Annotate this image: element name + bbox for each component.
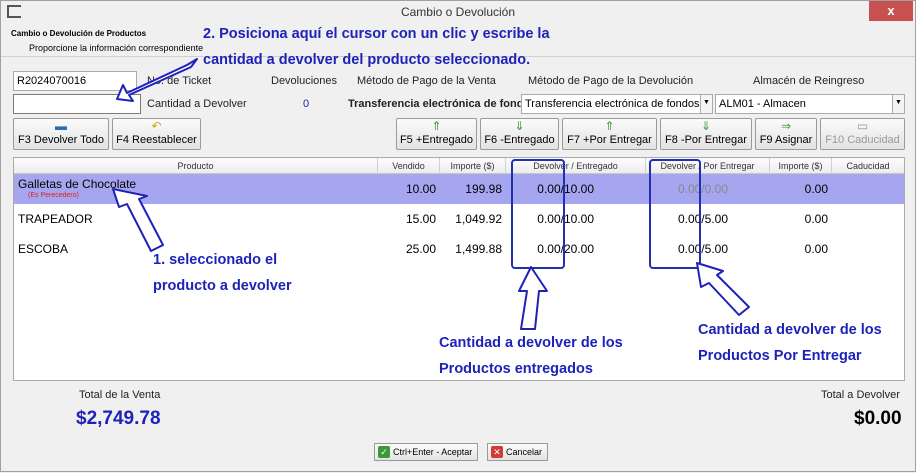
annotation-arrows <box>112 58 750 330</box>
arrow-icon <box>112 188 164 252</box>
arrow-icon <box>518 266 548 330</box>
arrow-icon <box>116 58 198 102</box>
return-dialog-window: Cambio o Devolución x Cambio o Devolució… <box>0 0 916 472</box>
arrow-icon <box>696 262 750 316</box>
